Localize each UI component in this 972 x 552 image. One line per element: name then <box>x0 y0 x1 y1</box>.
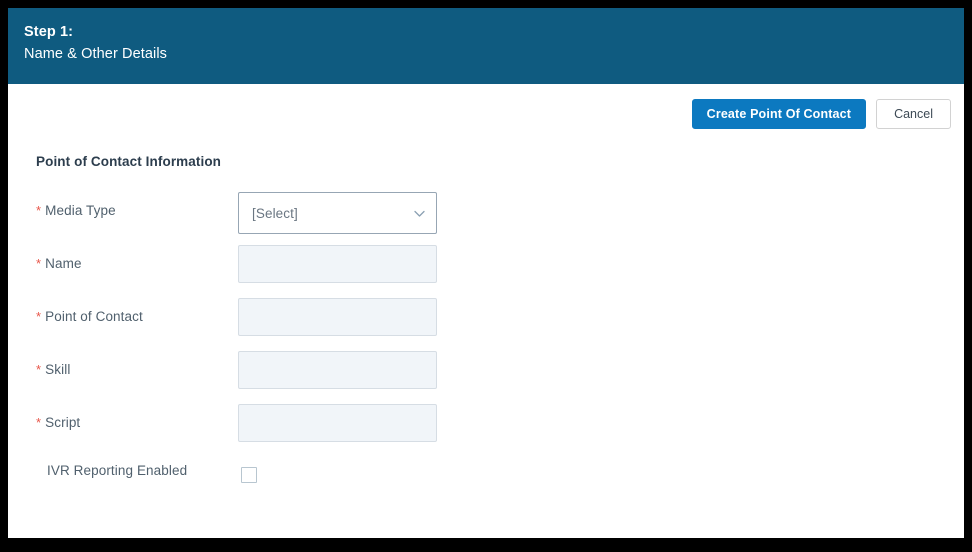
field-control-script <box>238 404 437 442</box>
point-of-contact-input[interactable] <box>238 298 437 336</box>
required-marker: * <box>36 256 42 271</box>
required-marker: * <box>36 203 42 218</box>
action-bar: Create Point Of Contact Cancel <box>8 84 964 140</box>
field-control-media-type: [Select] <box>238 192 437 234</box>
step-number: Step 1: <box>24 24 74 40</box>
field-row-name: * Name <box>36 245 964 298</box>
point-of-contact-form: Point of Contact Information * Media Type… <box>8 154 964 517</box>
cancel-button[interactable]: Cancel <box>876 99 951 129</box>
label-text: Name <box>45 256 82 271</box>
create-point-of-contact-button[interactable]: Create Point Of Contact <box>691 99 867 129</box>
label-text: Skill <box>45 362 71 377</box>
label-text: Script <box>45 415 81 430</box>
field-control-skill <box>238 351 437 389</box>
field-label-media-type: * Media Type <box>36 192 238 221</box>
section-title: Point of Contact Information <box>36 154 222 169</box>
media-type-select[interactable]: [Select] <box>238 192 437 234</box>
field-row-ivr-reporting-enabled: IVR Reporting Enabled <box>36 457 964 517</box>
field-row-script: * Script <box>36 404 964 457</box>
field-row-point-of-contact: * Point of Contact <box>36 298 964 351</box>
skill-input[interactable] <box>238 351 437 389</box>
field-label-name: * Name <box>36 245 238 274</box>
field-control-name <box>238 245 437 283</box>
chevron-down-icon <box>413 207 426 220</box>
field-label-script: * Script <box>36 404 238 433</box>
step-title: Name & Other Details <box>24 46 168 62</box>
field-label-point-of-contact: * Point of Contact <box>36 298 238 327</box>
field-row-skill: * Skill <box>36 351 964 404</box>
application-window: Step 1: Name & Other Details Create Poin… <box>8 8 964 538</box>
label-text: Point of Contact <box>45 309 143 324</box>
label-text: IVR Reporting Enabled <box>47 463 188 478</box>
required-marker: * <box>36 309 42 324</box>
step-header: Step 1: Name & Other Details <box>8 8 964 84</box>
ivr-reporting-enabled-checkbox[interactable] <box>241 467 257 483</box>
field-label-skill: * Skill <box>36 351 238 380</box>
required-marker: * <box>36 362 42 377</box>
field-control-point-of-contact <box>238 298 437 336</box>
script-input[interactable] <box>238 404 437 442</box>
required-marker: * <box>36 415 42 430</box>
label-text: Media Type <box>45 203 116 218</box>
field-label-ivr-reporting-enabled: IVR Reporting Enabled <box>36 457 238 481</box>
name-input[interactable] <box>238 245 437 283</box>
field-control-ivr-reporting-enabled <box>238 457 257 483</box>
media-type-selected-value: [Select] <box>252 205 298 221</box>
field-row-media-type: * Media Type [Select] <box>36 192 964 245</box>
